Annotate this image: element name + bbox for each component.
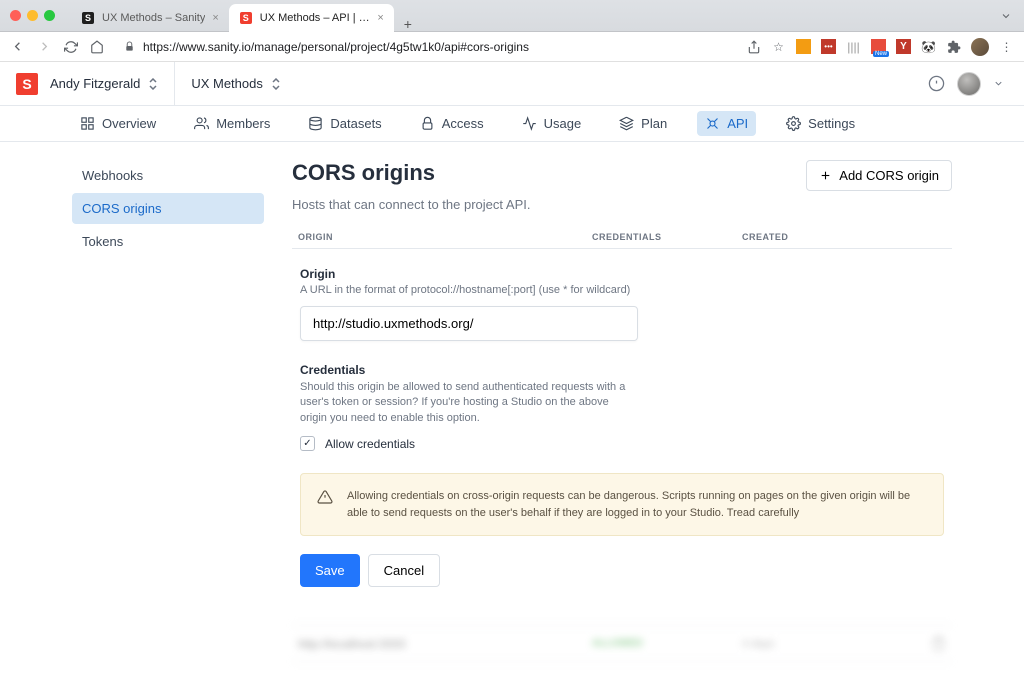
org-name: Andy Fitzgerald — [50, 76, 140, 91]
window-controls — [10, 10, 55, 21]
column-origin: ORIGIN — [298, 232, 592, 242]
sidebar-item-webhooks[interactable]: Webhooks — [72, 160, 264, 191]
project-nav: Overview Members Datasets Access Usage P… — [0, 106, 1024, 142]
column-created: CREATED — [742, 232, 946, 242]
favicon-icon: S — [81, 11, 95, 25]
tab-title: UX Methods – API | Sanity.io — [260, 12, 371, 24]
page-title: CORS origins — [292, 160, 435, 186]
close-tab-icon[interactable]: × — [212, 12, 218, 24]
settings-icon — [786, 116, 801, 131]
user-avatar[interactable] — [957, 72, 981, 96]
close-tab-icon[interactable]: × — [377, 12, 383, 24]
created-cell: 4 days — [742, 638, 931, 650]
credentials-hint: Should this origin be allowed to send au… — [300, 380, 630, 426]
address-bar[interactable]: https://www.sanity.io/manage/personal/pr… — [116, 36, 734, 58]
chevron-updown-icon — [148, 78, 158, 90]
bookmark-star-icon[interactable]: ☆ — [771, 39, 786, 54]
browser-tab-strip: S UX Methods – Sanity × S UX Methods – A… — [0, 0, 1024, 32]
existing-origin-row: http://localhost:3333 ALLOWED 4 days — [292, 625, 952, 662]
back-button[interactable] — [10, 39, 25, 54]
tabs-chevron-icon[interactable] — [1000, 10, 1024, 22]
forward-button[interactable] — [37, 39, 52, 54]
org-selector[interactable]: Andy Fitzgerald — [50, 76, 158, 91]
access-icon — [420, 116, 435, 131]
tab-datasets[interactable]: Datasets — [300, 111, 389, 136]
project-selector[interactable]: UX Methods — [191, 76, 281, 91]
app-header: S Andy Fitzgerald UX Methods — [0, 62, 1024, 106]
warning-text: Allowing credentials on cross-origin req… — [347, 488, 927, 521]
cancel-button[interactable]: Cancel — [368, 554, 440, 587]
plus-icon — [819, 169, 832, 182]
extension-icon[interactable]: 🐼 — [921, 39, 936, 54]
tab-title: UX Methods – Sanity — [102, 12, 205, 24]
extensions-menu-icon[interactable] — [946, 39, 961, 54]
favicon-icon: S — [239, 11, 253, 25]
api-sidebar: Webhooks CORS origins Tokens — [72, 160, 264, 662]
origin-cell: http://localhost:3333 — [298, 637, 592, 651]
tab-overview[interactable]: Overview — [72, 111, 164, 136]
save-button[interactable]: Save — [300, 554, 360, 587]
tab-members[interactable]: Members — [186, 111, 278, 136]
allow-credentials-checkbox[interactable]: ✓ Allow credentials — [300, 436, 944, 451]
extension-icon[interactable]: |||| — [846, 39, 861, 54]
tab-settings[interactable]: Settings — [778, 111, 863, 136]
kebab-menu-icon[interactable]: ⋮ — [999, 39, 1014, 54]
origin-hint: A URL in the format of protocol://hostna… — [300, 284, 944, 296]
add-origin-form: Origin A URL in the format of protocol:/… — [292, 249, 952, 625]
new-tab-button[interactable]: + — [394, 16, 422, 32]
datasets-icon — [308, 116, 323, 131]
sidebar-item-tokens[interactable]: Tokens — [72, 226, 264, 257]
browser-actions: ☆ ••• |||| New Y 🐼 ⋮ — [746, 38, 1014, 56]
browser-tab-2[interactable]: S UX Methods – API | Sanity.io × — [229, 4, 394, 32]
share-icon[interactable] — [746, 39, 761, 54]
close-window[interactable] — [10, 10, 21, 21]
usage-icon — [522, 116, 537, 131]
origin-label: Origin — [300, 267, 944, 281]
extension-icon[interactable]: New — [871, 39, 886, 54]
tab-access[interactable]: Access — [412, 111, 492, 136]
sidebar-item-cors[interactable]: CORS origins — [72, 193, 264, 224]
extension-icon[interactable]: ••• — [821, 39, 836, 54]
lock-icon — [124, 41, 135, 52]
credentials-label: Credentials — [300, 363, 944, 377]
tab-api[interactable]: API — [697, 111, 756, 136]
tab-usage[interactable]: Usage — [514, 111, 590, 136]
plan-icon — [619, 116, 634, 131]
add-cors-origin-button[interactable]: Add CORS origin — [806, 160, 952, 191]
checkmark-icon: ✓ — [300, 436, 315, 451]
project-name: UX Methods — [191, 76, 263, 91]
warning-icon — [317, 489, 333, 521]
help-icon[interactable] — [928, 75, 945, 92]
minimize-window[interactable] — [27, 10, 38, 21]
url-text: https://www.sanity.io/manage/personal/pr… — [143, 40, 529, 54]
zoom-window[interactable] — [44, 10, 55, 21]
tab-plan[interactable]: Plan — [611, 111, 675, 136]
browser-tab-1[interactable]: S UX Methods – Sanity × — [71, 4, 229, 32]
extension-icon[interactable]: Y — [896, 39, 911, 54]
table-header: ORIGIN CREDENTIALS CREATED — [292, 226, 952, 249]
home-button[interactable] — [90, 40, 104, 54]
credentials-warning: Allowing credentials on cross-origin req… — [300, 473, 944, 536]
chevron-down-icon[interactable] — [993, 78, 1004, 89]
reload-button[interactable] — [64, 40, 78, 54]
column-credentials: CREDENTIALS — [592, 232, 742, 242]
delete-origin-icon[interactable] — [931, 636, 946, 651]
extension-icon[interactable] — [796, 39, 811, 54]
api-icon — [705, 116, 720, 131]
origin-input[interactable] — [300, 306, 638, 341]
credentials-cell: ALLOWED — [592, 638, 742, 649]
members-icon — [194, 116, 209, 131]
page-subtitle: Hosts that can connect to the project AP… — [292, 197, 952, 212]
overview-icon — [80, 116, 95, 131]
profile-avatar[interactable] — [971, 38, 989, 56]
sanity-logo[interactable]: S — [16, 73, 38, 95]
chevron-updown-icon — [271, 78, 281, 90]
browser-toolbar: https://www.sanity.io/manage/personal/pr… — [0, 32, 1024, 62]
